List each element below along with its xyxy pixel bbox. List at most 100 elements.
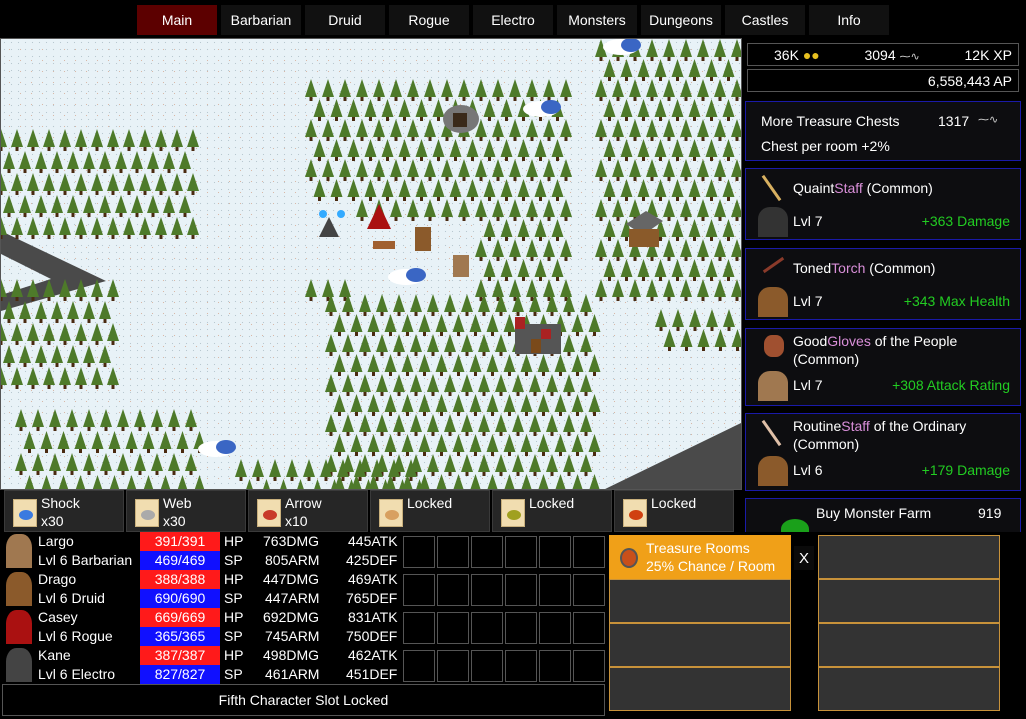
equipment-slot[interactable] bbox=[539, 536, 571, 568]
item-card[interactable]: RoutineStaff of the Ordinary (Common) Lvl… bbox=[745, 413, 1021, 491]
world-map[interactable] bbox=[0, 38, 742, 490]
equipment-slot[interactable] bbox=[471, 574, 503, 606]
spell-arrow[interactable]: Arrow x10 bbox=[248, 490, 368, 532]
equipment-slot[interactable] bbox=[403, 574, 435, 606]
tree bbox=[367, 354, 380, 376]
equipment-slot[interactable] bbox=[437, 650, 469, 682]
equipment-slot[interactable] bbox=[403, 536, 435, 568]
tree bbox=[27, 367, 39, 389]
equipment-slot[interactable] bbox=[505, 612, 537, 644]
equipment-slot[interactable] bbox=[471, 650, 503, 682]
buff-slot-empty[interactable] bbox=[609, 579, 791, 623]
tree bbox=[529, 414, 541, 436]
spell-count: x30 bbox=[163, 513, 186, 529]
tree bbox=[441, 79, 453, 101]
item-card[interactable]: QuaintStaff (Common) Lvl 7 +363 Damage bbox=[745, 168, 1021, 240]
tree bbox=[526, 79, 538, 101]
tree bbox=[11, 173, 23, 195]
tab-main[interactable]: Main bbox=[137, 5, 217, 35]
tree bbox=[339, 159, 351, 181]
tree bbox=[722, 259, 735, 281]
hero-barbarian[interactable] bbox=[453, 255, 469, 277]
close-button[interactable]: X bbox=[794, 546, 814, 570]
equipment-slot[interactable] bbox=[539, 574, 571, 606]
tree bbox=[407, 79, 419, 101]
item-card[interactable]: TonedTorch (Common) Lvl 7 +343 Max Healt… bbox=[745, 248, 1021, 320]
equipment-slot[interactable] bbox=[437, 536, 469, 568]
tree bbox=[107, 323, 119, 345]
fifth-slot-locked[interactable]: Fifth Character Slot Locked bbox=[2, 684, 605, 716]
tree bbox=[410, 294, 422, 316]
tree bbox=[444, 334, 456, 356]
tree bbox=[424, 79, 436, 101]
tab-castles[interactable]: Castles bbox=[725, 5, 805, 35]
hero-rogue[interactable] bbox=[367, 204, 391, 229]
equipment-slot[interactable] bbox=[539, 612, 571, 644]
tree bbox=[520, 434, 533, 456]
hero-electro[interactable] bbox=[319, 210, 345, 237]
tab-rogue[interactable]: Rogue bbox=[389, 5, 469, 35]
tree bbox=[546, 414, 558, 436]
tree bbox=[407, 119, 419, 141]
tree bbox=[554, 394, 567, 416]
cave[interactable] bbox=[443, 105, 479, 133]
equipment-slot[interactable] bbox=[403, 650, 435, 682]
tree bbox=[32, 409, 44, 431]
equipment-slot[interactable] bbox=[573, 650, 605, 682]
tree bbox=[410, 334, 422, 356]
equipment-slot[interactable] bbox=[539, 650, 571, 682]
wolf[interactable] bbox=[373, 241, 395, 249]
buff-slot-empty[interactable] bbox=[818, 579, 1000, 623]
tree bbox=[543, 199, 555, 221]
buff-slot-empty[interactable] bbox=[609, 667, 791, 711]
buff-slot-empty[interactable] bbox=[609, 623, 791, 667]
tree bbox=[125, 431, 138, 453]
equipment-slot[interactable] bbox=[437, 612, 469, 644]
spell-locked[interactable]: Locked bbox=[492, 490, 612, 532]
buff-treasure-rooms[interactable]: Treasure Rooms 25% Chance / Room bbox=[609, 535, 791, 579]
tree bbox=[100, 453, 112, 475]
tab-barbarian[interactable]: Barbarian bbox=[221, 5, 301, 35]
tree bbox=[475, 79, 487, 101]
spell-web[interactable]: Web x30 bbox=[126, 490, 246, 532]
equipment-slot[interactable] bbox=[471, 536, 503, 568]
equipment-slot[interactable] bbox=[573, 536, 605, 568]
buff-slot-empty[interactable] bbox=[818, 535, 1000, 579]
equipment-slot[interactable] bbox=[437, 574, 469, 606]
equipment-slot[interactable] bbox=[471, 612, 503, 644]
tree bbox=[333, 434, 346, 456]
equipment-slot[interactable] bbox=[505, 536, 537, 568]
hero-druid[interactable] bbox=[415, 227, 431, 251]
tree bbox=[187, 173, 199, 195]
castle[interactable] bbox=[515, 317, 561, 354]
equipment-slot[interactable] bbox=[573, 574, 605, 606]
equipment-slot[interactable] bbox=[505, 574, 537, 606]
equipment-slot[interactable] bbox=[505, 650, 537, 682]
spell-shock[interactable]: Shock x30 bbox=[4, 490, 124, 532]
tree bbox=[572, 474, 583, 489]
tab-electro[interactable]: Electro bbox=[473, 5, 553, 35]
tree bbox=[364, 139, 377, 161]
spell-locked[interactable]: Locked bbox=[614, 490, 734, 532]
tab-druid[interactable]: Druid bbox=[305, 5, 385, 35]
equipment-slot[interactable] bbox=[403, 612, 435, 644]
spell-name: Arrow bbox=[285, 495, 322, 511]
tree bbox=[432, 179, 445, 201]
arm-stat: 461ARM bbox=[265, 666, 320, 682]
tab-dungeons[interactable]: Dungeons bbox=[641, 5, 721, 35]
tree bbox=[58, 475, 69, 489]
tab-monsters[interactable]: Monsters bbox=[557, 5, 637, 35]
tree bbox=[398, 99, 411, 121]
buff-slot-empty[interactable] bbox=[818, 667, 1000, 711]
tab-info[interactable]: Info bbox=[809, 5, 889, 35]
upgrade-card[interactable]: More Treasure Chests 1317 ⁓∿ Chest per r… bbox=[745, 101, 1021, 161]
buy-monster-farm-button[interactable]: Buy Monster Farm 919 bbox=[745, 498, 1021, 532]
sp-label: SP bbox=[224, 590, 243, 606]
buff-slot-empty[interactable] bbox=[818, 623, 1000, 667]
item-card[interactable]: GoodGloves of the People (Common) Lvl 7 +… bbox=[745, 328, 1021, 406]
tree bbox=[560, 239, 572, 261]
equipment-slot[interactable] bbox=[573, 612, 605, 644]
tree bbox=[435, 394, 448, 416]
member-name: Kane bbox=[38, 647, 71, 663]
spell-locked[interactable]: Locked bbox=[370, 490, 490, 532]
